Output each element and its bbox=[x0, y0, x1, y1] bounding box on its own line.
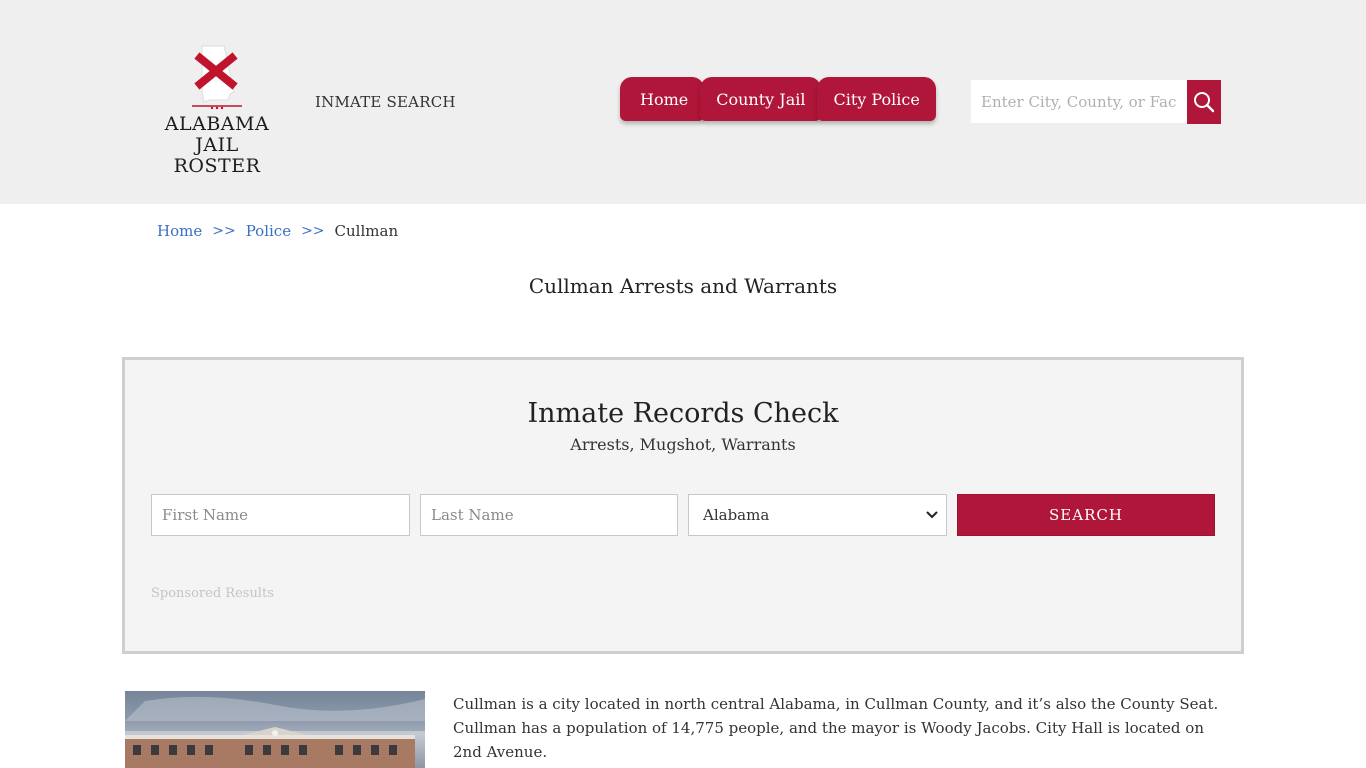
inmate-records-panel: Inmate Records Check Arrests, Mugshot, W… bbox=[122, 357, 1244, 654]
nav-county-jail[interactable]: County Jail bbox=[700, 77, 822, 121]
breadcrumb-current: Cullman bbox=[334, 222, 399, 240]
logo-text-line2: JAIL ROSTER bbox=[173, 134, 261, 177]
magnifier-icon bbox=[1194, 92, 1215, 113]
logo-text: ALABAMA JAIL ROSTER bbox=[150, 114, 284, 177]
last-name-input[interactable] bbox=[420, 494, 678, 536]
first-name-input[interactable] bbox=[151, 494, 410, 536]
city-hall-photo bbox=[125, 691, 425, 768]
site-search-button[interactable] bbox=[1187, 80, 1221, 124]
sponsored-label: Sponsored Results bbox=[151, 586, 274, 601]
city-description: Cullman is a city located in north centr… bbox=[453, 695, 1219, 761]
breadcrumb-home[interactable]: Home bbox=[157, 222, 202, 240]
page-title: Cullman Arrests and Warrants bbox=[528, 274, 838, 298]
site-search-input[interactable] bbox=[971, 80, 1187, 123]
nav-home[interactable]: Home bbox=[620, 77, 705, 121]
breadcrumb-police[interactable]: Police bbox=[246, 222, 291, 240]
chevron-down-icon bbox=[926, 511, 938, 519]
records-search-button[interactable]: SEARCH bbox=[957, 494, 1215, 536]
site-logo[interactable]: ALABAMA JAIL ROSTER bbox=[150, 44, 284, 177]
breadcrumb-separator: >> bbox=[301, 223, 325, 239]
nav-city-police[interactable]: City Police bbox=[817, 77, 936, 121]
state-select[interactable]: Alabama bbox=[688, 494, 947, 536]
breadcrumb-separator: >> bbox=[212, 223, 236, 239]
site-header: ALABAMA JAIL ROSTER INMATE SEARCH Home C… bbox=[0, 0, 1366, 204]
alabama-flag-icon bbox=[192, 45, 242, 110]
records-subtitle: Arrests, Mugshot, Warrants bbox=[570, 435, 796, 454]
city-hall-building-image bbox=[125, 691, 425, 768]
breadcrumb: Home >> Police >> Cullman bbox=[157, 222, 398, 240]
main-nav: Home County Jail City Police bbox=[620, 77, 936, 121]
inmate-search-link[interactable]: INMATE SEARCH bbox=[315, 93, 456, 111]
state-select-value: Alabama bbox=[703, 506, 770, 524]
logo-text-line1: ALABAMA bbox=[164, 113, 270, 135]
records-title: Inmate Records Check bbox=[527, 398, 839, 429]
